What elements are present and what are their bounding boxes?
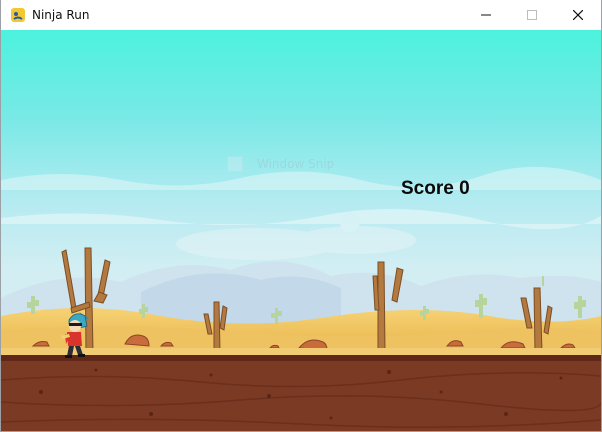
window-snip-overlay: Window Snip <box>225 154 400 174</box>
score-display: Score 0 <box>401 178 470 200</box>
minimize-icon <box>481 14 491 16</box>
window-title: Ninja Run <box>32 8 90 22</box>
title-bar[interactable]: Ninja Run <box>1 0 601 30</box>
close-icon <box>573 10 583 20</box>
maximize-button[interactable] <box>509 0 555 30</box>
game-canvas[interactable]: Window Snip Score 0 <box>1 30 601 431</box>
score-value: 0 <box>459 178 470 199</box>
close-button[interactable] <box>555 0 601 30</box>
snip-label: Window Snip <box>257 157 335 171</box>
minimize-button[interactable] <box>463 0 509 30</box>
ground-edge <box>1 348 601 355</box>
ground <box>1 355 601 431</box>
score-label: Score <box>401 178 454 199</box>
game-window: Ninja Run Window Snip Score 0 <box>0 0 602 432</box>
maximize-icon <box>527 10 537 20</box>
snip-icon <box>227 156 243 172</box>
desert-background <box>1 30 601 431</box>
pygame-snake-icon <box>10 7 26 23</box>
